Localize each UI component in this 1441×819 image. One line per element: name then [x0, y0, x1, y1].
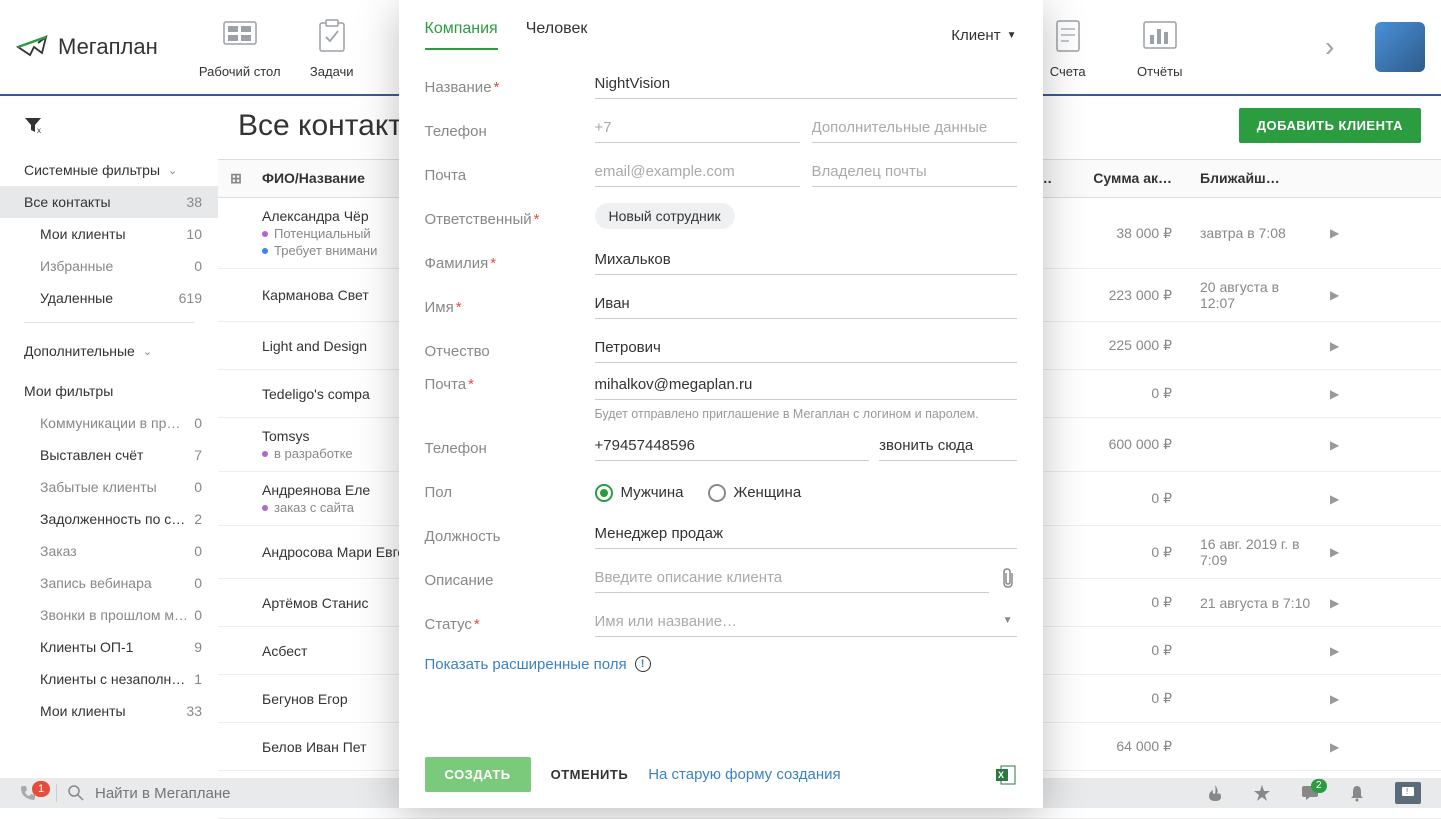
svg-text:!: ! — [1406, 787, 1408, 796]
cancel-button[interactable]: ОТМЕНИТЬ — [551, 767, 629, 782]
additional-filters-header[interactable]: Дополнительные ⌄ — [0, 335, 218, 367]
row-arrow-icon[interactable]: ▶ — [1322, 682, 1342, 716]
tab-person[interactable]: Человек — [526, 20, 588, 50]
patronymic-input[interactable] — [595, 333, 1017, 363]
phone-note-input[interactable] — [879, 431, 1016, 461]
position-input[interactable] — [595, 519, 1017, 549]
sidebar-item[interactable]: Удаленные619 — [0, 282, 218, 314]
email-hint: Будет отправлено приглашение в Мегаплан … — [595, 406, 1017, 424]
caret-down-icon[interactable]: ▼ — [1003, 615, 1013, 626]
column-settings-icon[interactable]: ⊞ — [218, 160, 254, 197]
tab-company[interactable]: Компания — [425, 20, 498, 50]
paper-plane-icon — [16, 29, 52, 65]
caret-down-icon: ▼ — [1007, 30, 1017, 41]
description-input[interactable] — [595, 563, 989, 593]
user-avatar[interactable] — [1375, 22, 1425, 72]
filter-icon[interactable]: x — [0, 108, 218, 142]
clipboard-check-icon — [312, 16, 352, 56]
status-input[interactable] — [595, 607, 1017, 637]
row-arrow-icon[interactable]: ▶ — [1322, 482, 1342, 516]
row-arrow-icon[interactable]: ▶ — [1322, 329, 1342, 363]
chat-icon[interactable]: 2 — [1301, 785, 1319, 801]
expand-fields-link[interactable]: Показать расширенные поля ! — [425, 656, 651, 673]
responsible-email-input[interactable] — [595, 370, 1017, 400]
add-client-button[interactable]: ДОБАВИТЬ КЛИЕНТА — [1239, 108, 1421, 143]
gender-female-radio[interactable]: Женщина — [708, 484, 802, 502]
paperclip-icon[interactable] — [999, 567, 1017, 589]
gender-male-radio[interactable]: Мужчина — [595, 484, 684, 502]
sidebar: x Системные фильтры ⌄ Все контакты38Мои … — [0, 96, 218, 778]
row-arrow-icon[interactable]: ▶ — [1322, 428, 1342, 462]
fire-icon[interactable] — [1207, 784, 1223, 802]
row-arrow-icon[interactable]: ▶ — [1322, 216, 1342, 250]
col-nearest[interactable]: Ближайш… — [1192, 160, 1322, 197]
search-icon — [67, 784, 85, 802]
old-form-link[interactable]: На старую форму создания — [648, 766, 840, 783]
sidebar-item[interactable]: Выставлен счёт7 — [0, 439, 218, 471]
email-input[interactable] — [595, 157, 800, 187]
sidebar-item[interactable]: Мои клиенты10 — [0, 218, 218, 250]
client-type-dropdown[interactable]: Клиент ▼ — [951, 27, 1016, 44]
phone-input[interactable] — [595, 113, 800, 143]
logo-text: Мегаплан — [58, 34, 158, 60]
row-arrow-icon[interactable]: ▶ — [1322, 730, 1342, 764]
sidebar-item[interactable]: Запись вебинара0 — [0, 567, 218, 599]
chevron-down-icon: ⌄ — [168, 164, 177, 177]
desktop-icon — [220, 16, 260, 56]
sidebar-item[interactable]: Избранные0 — [0, 250, 218, 282]
col-sum[interactable]: Сумма ак… — [1074, 160, 1192, 197]
chevron-down-icon: ⌄ — [143, 345, 152, 358]
sidebar-item[interactable]: Клиенты с незаполн…1 — [0, 663, 218, 695]
bell-icon[interactable] — [1349, 784, 1365, 802]
phone-extra-input[interactable] — [812, 113, 1017, 143]
excel-icon[interactable]: X — [995, 764, 1017, 786]
sidebar-item[interactable]: Заказ0 — [0, 535, 218, 567]
my-filters-header[interactable]: Мои фильтры — [0, 375, 218, 407]
info-icon: ! — [635, 656, 651, 672]
company-name-input[interactable] — [595, 69, 1017, 99]
sidebar-item[interactable]: Коммуникации в пр…0 — [0, 407, 218, 439]
sidebar-item[interactable]: Забытые клиенты0 — [0, 471, 218, 503]
system-filters-header[interactable]: Системные фильтры ⌄ — [0, 154, 218, 186]
sidebar-item[interactable]: Звонки в прошлом м…0 — [0, 599, 218, 631]
row-arrow-icon[interactable]: ▶ — [1322, 377, 1342, 411]
firstname-input[interactable] — [595, 289, 1017, 319]
sidebar-item[interactable]: Мои клиенты33 — [0, 695, 218, 727]
row-arrow-icon[interactable]: ▶ — [1322, 535, 1342, 569]
logo[interactable]: Мегаплан — [16, 29, 158, 65]
email-owner-input[interactable] — [812, 157, 1017, 187]
phone-icon[interactable]: 1 — [0, 785, 56, 801]
row-arrow-icon[interactable]: ▶ — [1322, 278, 1342, 312]
svg-text:x: x — [37, 126, 41, 134]
svg-text:X: X — [998, 770, 1004, 780]
search-input[interactable] — [95, 785, 395, 802]
feedback-icon[interactable]: ! — [1395, 782, 1421, 804]
row-arrow-icon[interactable]: ▶ — [1322, 634, 1342, 668]
nav-desktop[interactable]: Рабочий стол — [194, 16, 286, 79]
responsible-chip[interactable]: Новый сотрудник — [595, 203, 735, 229]
lastname-input[interactable] — [595, 245, 1017, 275]
create-button[interactable]: СОЗДАТЬ — [425, 757, 531, 792]
chart-icon — [1140, 16, 1180, 56]
star-icon[interactable] — [1253, 784, 1271, 802]
create-client-modal: Компания Человек Клиент ▼ Название* Теле… — [399, 0, 1043, 808]
invoice-icon — [1048, 16, 1088, 56]
phone-badge: 1 — [32, 781, 50, 797]
nav-tasks[interactable]: Задачи — [286, 16, 378, 79]
row-arrow-icon[interactable]: ▶ — [1322, 586, 1342, 620]
nav-more-icon[interactable]: › — [1325, 17, 1355, 77]
sidebar-item[interactable]: Задолженность по с…2 — [0, 503, 218, 535]
nav-reports[interactable]: Отчёты — [1114, 16, 1206, 79]
sidebar-item[interactable]: Все контакты38 — [0, 186, 218, 218]
sidebar-item[interactable]: Клиенты ОП-19 — [0, 631, 218, 663]
responsible-phone-input[interactable] — [595, 431, 870, 461]
page-title: Все контакты — [238, 109, 424, 143]
